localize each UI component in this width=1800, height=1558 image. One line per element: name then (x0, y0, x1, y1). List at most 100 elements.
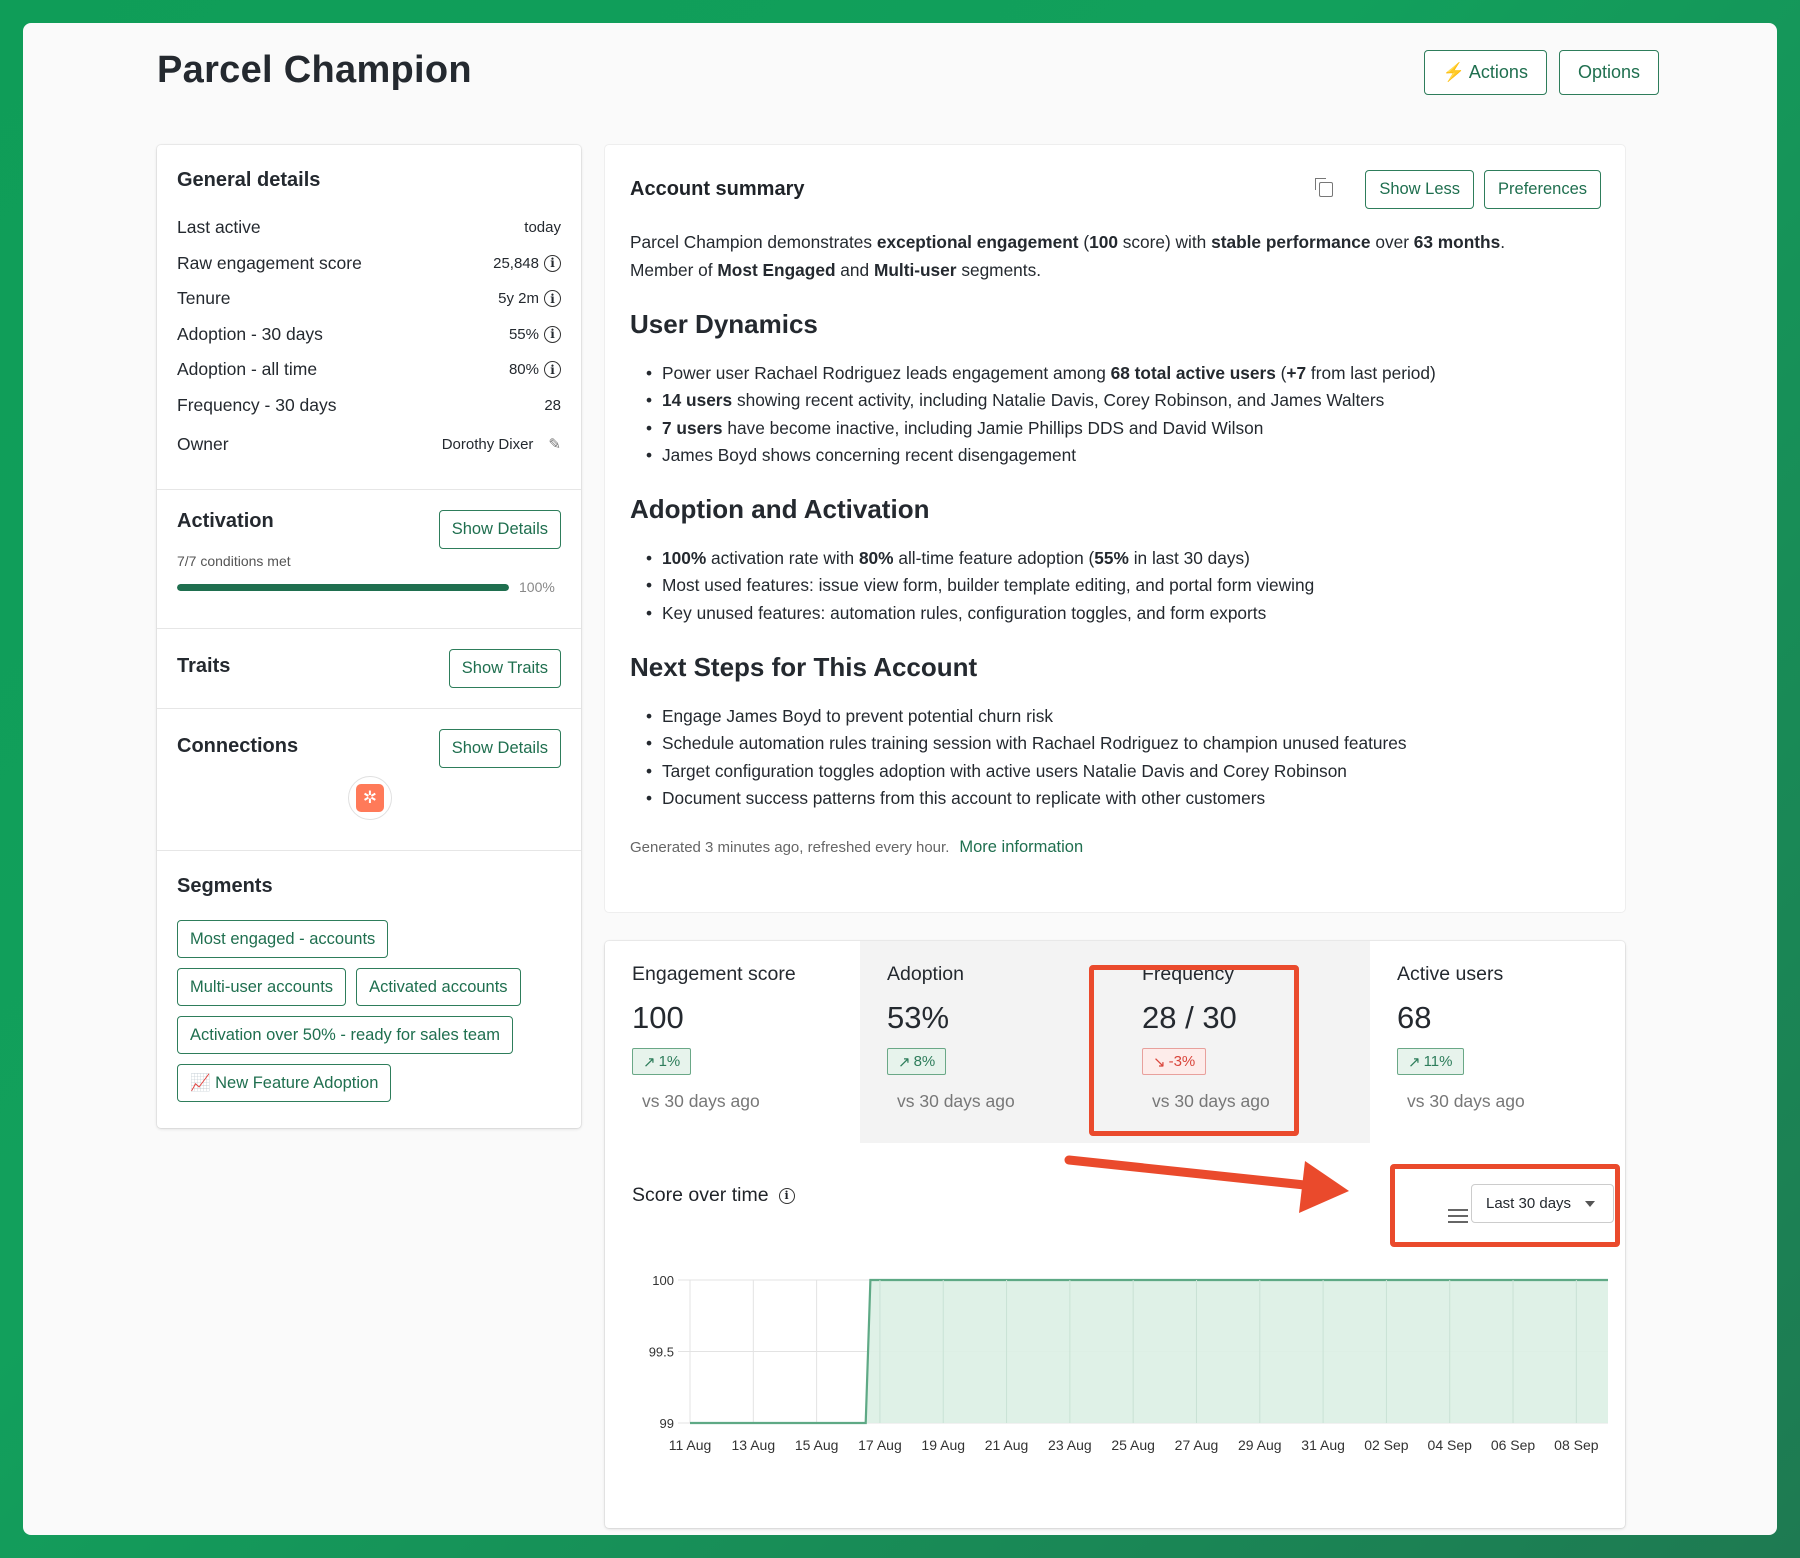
list-item: Target configuration toggles adoption wi… (646, 758, 1601, 786)
preferences-button[interactable]: Preferences (1484, 169, 1601, 209)
li-bold: 14 users (662, 390, 733, 411)
intro-bold: Most Engaged (717, 259, 836, 280)
detail-label: Raw engagement score (177, 252, 362, 273)
show-less-button[interactable]: Show Less (1365, 169, 1475, 209)
x-tick-label: 04 Sep (1428, 1437, 1473, 1453)
info-icon[interactable]: i (544, 290, 561, 308)
show-traits-button[interactable]: Show Traits (448, 649, 561, 688)
activation-show-details-button[interactable]: Show Details (438, 510, 561, 549)
user-dynamics-list: Power user Rachael Rodriguez leads engag… (630, 360, 1601, 469)
intro-text: Member of (630, 259, 718, 280)
general-details-row: Last active today (177, 210, 561, 246)
owner-label: Owner (177, 433, 229, 454)
li-bold: 80% (858, 548, 894, 569)
detail-value: 5y 2m (498, 290, 539, 308)
detail-value: today (524, 219, 561, 237)
li-text: ( (1275, 363, 1287, 383)
activation-progress: 100% (177, 579, 561, 595)
li-bold: 7 users (662, 417, 723, 438)
owner-row: Owner Dorothy Dixer ✎ (177, 423, 561, 465)
owner-value: Dorothy Dixer (441, 435, 534, 453)
summary-intro: Parcel Champion demonstrates exceptional… (630, 229, 1601, 284)
traits-section: Traits Show Traits (157, 629, 581, 709)
copy-icon[interactable] (1315, 177, 1334, 197)
li-text: in last 30 days) (1128, 548, 1250, 569)
x-tick-label: 21 Aug (985, 1437, 1029, 1453)
detail-label: Tenure (177, 288, 231, 309)
hubspot-icon[interactable]: ✲ (348, 776, 392, 820)
options-button[interactable]: Options (1558, 50, 1659, 95)
general-details-list: Last active today Raw engagement score 25,8… (177, 210, 561, 423)
segment-chip[interactable]: Activated accounts (356, 968, 521, 1006)
li-text: Power user Rachael Rodriguez leads engag… (662, 363, 1111, 383)
activation-conditions: 7/7 conditions met (177, 553, 291, 569)
intro-bold: 100 (1089, 232, 1118, 252)
list-item: Power user Rachael Rodriguez leads engag… (646, 360, 1601, 388)
generated-note: Generated 3 minutes ago, refreshed every… (630, 838, 1601, 857)
list-item: 14 users showing recent activity, includ… (646, 387, 1601, 415)
list-item: Schedule automation rules training sessi… (646, 730, 1601, 758)
li-text: activation rate with (706, 548, 859, 569)
li-bold: 100% (662, 548, 707, 569)
intro-text: . (1500, 232, 1506, 252)
li-bold: 55% (1094, 548, 1129, 569)
x-tick-label: 19 Aug (921, 1437, 965, 1453)
list-item: Document success patterns from this acco… (646, 785, 1601, 813)
info-icon[interactable]: i (544, 254, 561, 272)
detail-label: Adoption - 30 days (177, 323, 323, 344)
detail-label: Last active (177, 217, 261, 238)
general-details-section: General details Last active today Raw enga… (157, 145, 581, 490)
list-item: Engage James Boyd to prevent potential c… (646, 703, 1601, 731)
detail-value-wrap: 5y 2m i (498, 290, 561, 308)
intro-text: Parcel Champion demonstrates (630, 232, 877, 252)
general-details-row: Raw engagement score 25,848 i (177, 246, 561, 282)
generated-text: Generated 3 minutes ago, refreshed every… (630, 839, 950, 857)
li-text: have become inactive, including Jamie Ph… (722, 417, 1264, 438)
li-text: from last period) (1306, 363, 1436, 383)
segments-title: Segments (177, 875, 273, 897)
li-text: all-time feature adoption ( (893, 548, 1095, 569)
intro-text: over (1370, 232, 1414, 252)
activation-progress-label: 100% (519, 579, 555, 595)
account-summary-card: Account summary Show Less Preferences Pa… (605, 145, 1625, 912)
segment-chips: Most engaged - accounts Multi-user accoun… (177, 920, 561, 1102)
segment-chip[interactable]: Most engaged - accounts (177, 920, 389, 958)
summary-tools: Show Less Preferences (1315, 169, 1601, 209)
segment-chip[interactable]: 📈 New Feature Adoption (177, 1064, 392, 1102)
user-dynamics-heading: User Dynamics (630, 309, 818, 339)
detail-value: 80% (508, 361, 539, 379)
adoption-list: 100% activation rate with 80% all-time f… (630, 545, 1601, 627)
activation-progress-track (177, 583, 509, 591)
x-tick-label: 06 Sep (1491, 1437, 1536, 1453)
detail-value-wrap: 28 (544, 397, 561, 414)
general-details-row: Adoption - 30 days 55% i (177, 317, 561, 353)
general-details-row: Tenure 5y 2m i (177, 281, 561, 317)
actions-button[interactable]: ⚡ Actions (1423, 50, 1547, 95)
activation-section: Activation Show Details 7/7 conditions m… (157, 490, 581, 629)
account-sidebar-card: General details Last active today Raw enga… (157, 145, 581, 1128)
edit-pencil-icon[interactable]: ✎ (548, 435, 561, 453)
x-tick-label: 31 Aug (1301, 1437, 1345, 1453)
list-item: James Boyd shows concerning recent disen… (646, 442, 1601, 470)
intro-text: score) with (1117, 232, 1212, 252)
list-item: 7 users have become inactive, including … (646, 415, 1601, 443)
x-tick-label: 15 Aug (795, 1437, 839, 1453)
next-steps-list: Engage James Boyd to prevent potential c… (630, 703, 1601, 812)
segment-chip[interactable]: Multi-user accounts (177, 968, 347, 1006)
li-bold: +7 (1286, 363, 1307, 383)
activation-progress-fill (177, 583, 509, 591)
detail-label: Frequency - 30 days (177, 394, 337, 415)
segments-section: Segments Most engaged - accounts Multi-us… (157, 851, 581, 1102)
general-details-row: Frequency - 30 days 28 (177, 388, 561, 424)
connections-section: Connections Show Details ✲ (157, 709, 581, 851)
li-bold: 68 total active users (1110, 363, 1276, 383)
score-over-time-chart: 99 99.5 100 11 Aug 13 Aug 15 Aug 17 Aug 19 Aug 2… (649, 1273, 1608, 1453)
info-icon[interactable]: i (544, 361, 561, 379)
y-tick-label: 100 (652, 1273, 674, 1288)
list-item: Key unused features: automation rules, c… (646, 600, 1601, 628)
more-information-link[interactable]: More information (959, 838, 1083, 857)
info-icon[interactable]: i (544, 325, 561, 343)
hubspot-glyph: ✲ (356, 784, 384, 812)
segment-chip[interactable]: Activation over 50% - ready for sales te… (177, 1016, 513, 1054)
connections-show-details-button[interactable]: Show Details (438, 729, 561, 768)
